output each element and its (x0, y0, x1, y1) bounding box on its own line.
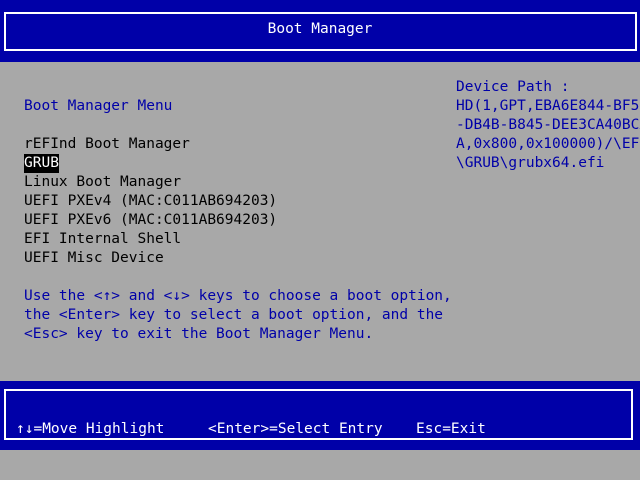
menu-title: Boot Manager Menu (24, 98, 173, 114)
bottom-strip (0, 450, 640, 480)
help-line: Use the <↑> and <↓> keys to choose a boo… (24, 288, 452, 304)
boot-option-uefi-pxev6[interactable]: UEFI PXEv6 (MAC:C011AB694203) (24, 211, 277, 230)
boot-option-uefi-pxev4[interactable]: UEFI PXEv4 (MAC:C011AB694203) (24, 192, 277, 211)
help-text: Use the <↑> and <↓> keys to choose a boo… (24, 287, 452, 344)
device-path-label: Device Path : (456, 79, 570, 95)
boot-option-efi-shell[interactable]: EFI Internal Shell (24, 230, 277, 249)
footer-exit-hint: Esc=Exit (416, 421, 486, 437)
footer-select-hint: <Enter>=Select Entry (208, 421, 383, 437)
boot-option-label: EFI Internal Shell (24, 231, 182, 247)
footer-move-hint: ↑↓=Move Highlight (16, 421, 165, 437)
device-path-line: \GRUB\grubx64.efi (456, 155, 605, 171)
boot-option-label: UEFI PXEv6 (MAC:C011AB694203) (24, 212, 278, 228)
boot-option-label: UEFI Misc Device (24, 250, 164, 266)
boot-option-label: Linux Boot Manager (24, 174, 182, 190)
boot-option-grub[interactable]: GRUB (24, 154, 277, 173)
boot-option-label: rEFInd Boot Manager (24, 136, 190, 152)
boot-option-refind[interactable]: rEFInd Boot Manager (24, 135, 277, 154)
device-path-panel: Device Path : HD(1,GPT,EBA6E844-BF5E -DB… (456, 78, 640, 173)
boot-option-label: GRUB (24, 154, 59, 173)
boot-option-uefi-misc[interactable]: UEFI Misc Device (24, 249, 277, 268)
help-line: the <Enter> key to select a boot option,… (24, 307, 444, 323)
page-title: Boot Manager (267, 21, 373, 37)
device-path-line: A,0x800,0x100000)/\EFI (456, 136, 640, 152)
boot-option-label: UEFI PXEv4 (MAC:C011AB694203) (24, 193, 278, 209)
device-path-line: HD(1,GPT,EBA6E844-BF5E (456, 98, 640, 114)
boot-option-linux-boot-manager[interactable]: Linux Boot Manager (24, 173, 277, 192)
help-line: <Esc> key to exit the Boot Manager Menu. (24, 326, 374, 342)
device-path-line: -DB4B-B845-DEE3CA40BCA (456, 117, 640, 133)
boot-option-list: rEFInd Boot Manager GRUB Linux Boot Mana… (24, 135, 277, 268)
